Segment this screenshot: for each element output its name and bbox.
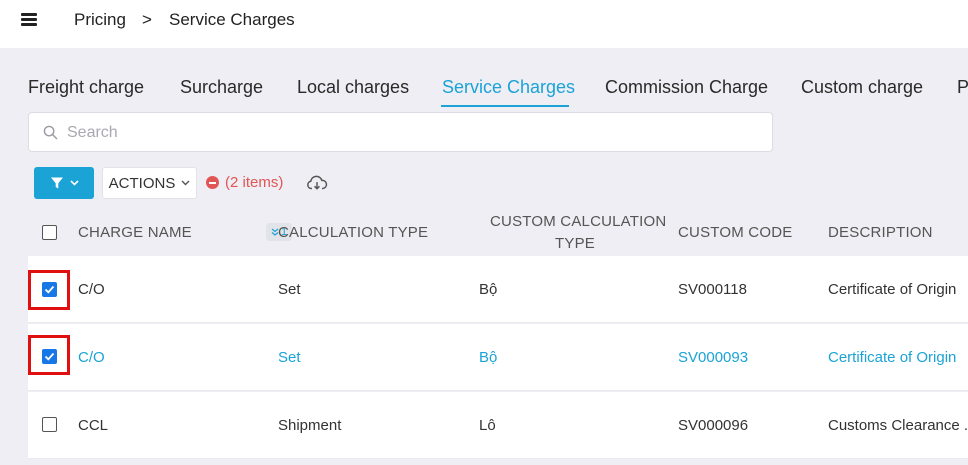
tab-more[interactable]: P — [957, 77, 968, 98]
column-charge-name[interactable]: CHARGE NAME — [78, 224, 192, 241]
actions-dropdown[interactable]: ACTIONS — [102, 167, 197, 199]
tab-freight-charge[interactable]: Freight charge — [28, 77, 144, 98]
tab-bar: Freight charge Surcharge Local charges S… — [0, 72, 968, 108]
description-cell: Customs Clearance ... — [828, 417, 968, 434]
actions-label: ACTIONS — [108, 174, 176, 192]
selected-items-label: (2 items) — [225, 174, 284, 191]
filter-icon — [50, 177, 63, 189]
custom-code-cell: SV000118 — [678, 281, 747, 298]
highlight-box — [28, 335, 70, 375]
selected-items-indicator[interactable]: (2 items) — [206, 174, 283, 191]
table-row[interactable]: C/O Set Bộ SV000093 Certificate of Origi… — [28, 324, 968, 391]
description-cell[interactable]: Certificate of Origin — [828, 349, 956, 366]
custom-calc-type-cell: Lô — [479, 417, 496, 434]
search-icon — [43, 125, 58, 140]
custom-calc-type-cell: Bộ — [479, 281, 498, 298]
calculation-type-cell: Shipment — [278, 417, 342, 434]
cloud-download-icon[interactable] — [306, 174, 328, 192]
top-bar: Pricing > Service Charges — [0, 0, 968, 48]
charge-name-cell: C/O — [78, 281, 105, 298]
table-row[interactable]: CCL Shipment Lô SV000096 Customs Clearan… — [28, 392, 968, 459]
custom-code-cell[interactable]: SV000093 — [678, 349, 748, 366]
highlight-box — [28, 270, 70, 310]
table-header: CHARGE NAME 1 CALCULATION TYPE CUSTOM CA… — [28, 208, 968, 256]
tab-commission-charge[interactable]: Commission Charge — [605, 77, 768, 98]
breadcrumb-current: Service Charges — [169, 10, 295, 29]
column-description[interactable]: DESCRIPTION — [828, 224, 933, 241]
calculation-type-cell[interactable]: Set — [278, 349, 301, 366]
active-tab-indicator — [441, 105, 569, 107]
search-box — [28, 112, 773, 152]
charge-name-cell: CCL — [78, 417, 109, 434]
column-custom-calculation-type-line1[interactable]: CUSTOM CALCULATION — [490, 213, 666, 230]
menu-icon[interactable] — [21, 13, 37, 27]
filter-button[interactable] — [34, 167, 94, 199]
tab-surcharge[interactable]: Surcharge — [180, 77, 263, 98]
tab-service-charges[interactable]: Service Charges — [442, 77, 575, 98]
description-cell: Certificate of Origin — [828, 281, 957, 298]
calculation-type-cell: Set — [278, 281, 301, 298]
custom-calc-type-cell[interactable]: Bộ — [479, 349, 497, 366]
table-row[interactable]: C/O Set Bộ SV000118 Certificate of Origi… — [28, 256, 968, 323]
tab-custom-charge[interactable]: Custom charge — [801, 77, 923, 98]
select-all-checkbox[interactable] — [42, 225, 57, 240]
clear-selection-icon[interactable] — [206, 176, 219, 189]
chevron-down-icon — [69, 180, 79, 186]
column-custom-code[interactable]: CUSTOM CODE — [678, 224, 792, 241]
breadcrumb-separator: > — [142, 10, 152, 29]
chevron-down-icon — [181, 180, 190, 186]
breadcrumb-pricing[interactable]: Pricing — [74, 10, 126, 30]
custom-code-cell: SV000096 — [678, 417, 749, 434]
tab-local-charges[interactable]: Local charges — [297, 77, 409, 98]
column-custom-calculation-type-line2[interactable]: TYPE — [555, 235, 595, 252]
column-calculation-type[interactable]: CALCULATION TYPE — [278, 224, 428, 241]
charge-name-cell[interactable]: C/O — [78, 349, 105, 366]
row-checkbox[interactable] — [42, 417, 57, 432]
search-input[interactable] — [67, 122, 747, 144]
